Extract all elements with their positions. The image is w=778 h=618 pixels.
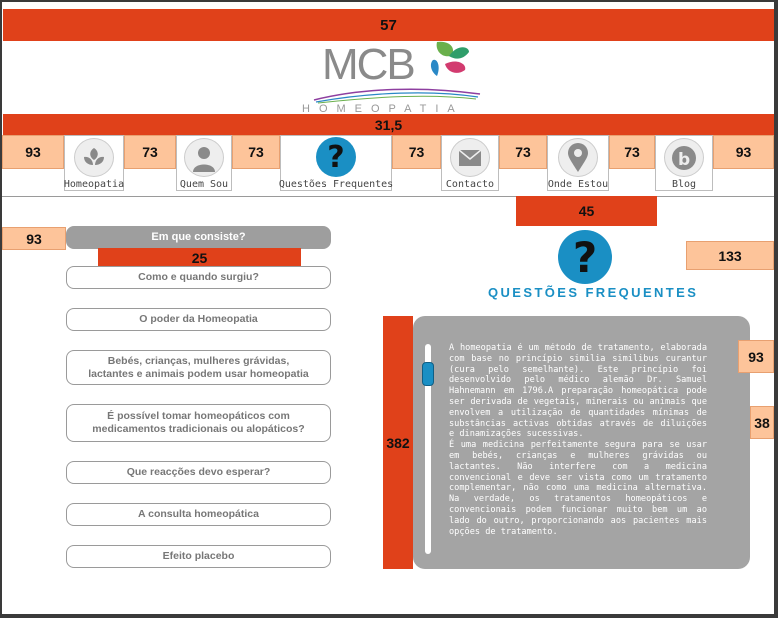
faq-label: Que reacções devo esperar? <box>126 466 271 478</box>
faq-item[interactable]: Que reacções devo esperar? <box>66 461 331 484</box>
content-height-spacer: 382 <box>383 316 413 569</box>
faq-item[interactable]: Bebés, crianças, mulheres grávidas, lact… <box>66 350 331 385</box>
nav-item-onde-estou[interactable]: Onde Estou <box>547 135 609 191</box>
nav-spacer-value: 73 <box>515 144 531 160</box>
spacer-value: 382 <box>386 434 410 451</box>
nav-item-blog[interactable]: b Blog <box>655 135 713 191</box>
left-margin-spacer: 93 <box>2 227 66 250</box>
faq-gap-spacer: 25 <box>98 248 301 267</box>
nav-spacer-value: 93 <box>735 144 752 160</box>
content-right-spacer: 93 <box>738 340 774 373</box>
faq-label: O poder da Homeopatia <box>139 313 258 325</box>
faq-item[interactable]: Como e quando surgiu? <box>66 266 331 289</box>
faq-label: Efeito placebo <box>162 550 235 562</box>
faq-item[interactable]: O poder da Homeopatia <box>66 308 331 331</box>
spacer-value: 93 <box>748 348 764 365</box>
logo[interactable]: MCB HOMEOPATIA <box>302 40 492 116</box>
faq-label: Em que consiste? <box>151 231 246 243</box>
nav-spacer: 73 <box>499 135 547 169</box>
nav-item-homeopatia[interactable]: Homeopatia <box>64 135 124 191</box>
blog-icon: b <box>664 138 704 177</box>
right-top-spacer: 133 <box>686 241 774 270</box>
leaves-logo-icon <box>430 41 469 76</box>
nav-spacer: 73 <box>392 135 441 169</box>
nav-divider <box>2 196 774 197</box>
faq-item[interactable]: A consulta homeopática <box>66 503 331 526</box>
section-title: QUESTÕES FREQUENTES <box>488 285 699 300</box>
spacer-value: 45 <box>578 203 595 219</box>
faq-item[interactable]: Efeito placebo <box>66 545 331 568</box>
scrollbar-thumb[interactable] <box>422 362 434 386</box>
nav-spacer-value: 31,5 <box>374 116 403 133</box>
nav-spacer-value: 93 <box>25 144 41 160</box>
section-question-icon: ? <box>558 230 612 284</box>
nav-item-label: Quem Sou <box>179 179 229 190</box>
nav-spacer: 73 <box>609 135 655 169</box>
nav-item-label: Contacto <box>445 179 495 190</box>
spacer-value: 133 <box>718 247 742 264</box>
logo-swoosh-icon <box>313 88 481 104</box>
nav-item-quem-sou[interactable]: Quem Sou <box>176 135 232 191</box>
spacer-under-nav: 45 <box>516 196 657 226</box>
user-icon <box>184 138 224 177</box>
answer-panel: A homeopatia é um método de tratamento, … <box>413 316 750 569</box>
nav-item-label: Homeopatia <box>63 179 125 190</box>
nav-item-label: Onde Estou <box>547 179 609 190</box>
nav-spacer: 73 <box>232 135 280 169</box>
nav-item-questoes-frequentes[interactable]: ? Questões Frequentes <box>278 135 394 191</box>
nav-spacer-value: 73 <box>142 144 158 160</box>
nav-item-contacto[interactable]: Contacto <box>441 135 499 191</box>
nav-spacer: 73 <box>124 135 176 169</box>
nav-item-label: Questões Frequentes <box>278 179 394 190</box>
nav-spacer: 93 <box>713 135 774 169</box>
nav-spacer: 93 <box>2 135 64 169</box>
faq-label: É possível tomar homeopáticos com medica… <box>92 410 305 435</box>
content-right-small-spacer: 38 <box>750 406 774 439</box>
leaves-icon <box>74 138 114 177</box>
svg-text:b: b <box>678 150 690 170</box>
spacer-value: 25 <box>191 249 208 266</box>
nav-spacer-value: 73 <box>248 144 264 160</box>
question-icon: ? <box>316 137 356 177</box>
spacer-value: 38 <box>754 414 770 431</box>
faq-label: A consulta homeopática <box>138 508 259 520</box>
nav-item-label: Blog <box>671 179 697 190</box>
logo-mark: MCB <box>322 40 416 89</box>
mail-icon <box>450 138 490 177</box>
nav-spacer-value: 73 <box>624 144 640 160</box>
top-spacer-bar: 57 <box>3 9 774 41</box>
spacer-value: 93 <box>26 230 42 247</box>
map-pin-icon <box>558 138 598 177</box>
answer-text: A homeopatia é um método de tratamento, … <box>449 343 707 537</box>
faq-item-active[interactable]: Em que consiste? <box>66 226 331 249</box>
faq-item[interactable]: É possível tomar homeopáticos com medica… <box>66 404 331 442</box>
nav-spacer-bar: 31,5 <box>3 114 774 135</box>
faq-label: Como e quando surgiu? <box>138 271 259 283</box>
page: 57 MCB HOMEOPATIA 31,5 93 Homeopatia 73 <box>2 2 774 614</box>
top-spacer-value: 57 <box>380 16 397 34</box>
nav-spacer-value: 73 <box>408 144 425 160</box>
faq-label: Bebés, crianças, mulheres grávidas, lact… <box>88 354 309 380</box>
